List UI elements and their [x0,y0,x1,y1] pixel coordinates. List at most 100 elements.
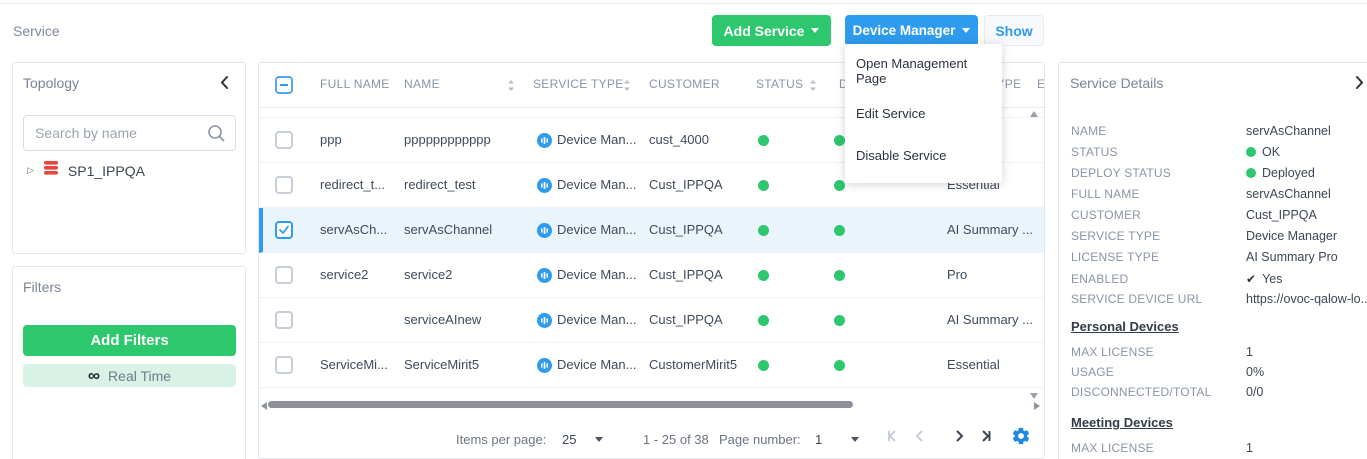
add-service-button[interactable]: Add Service [712,15,831,46]
detail-label: LICENSE TYPE [1071,248,1159,266]
header-service-type[interactable]: SERVICE TYPE [533,77,624,91]
cell-service-type: Device Man... [557,222,645,237]
row-checkbox[interactable] [275,266,293,284]
table-row[interactable]: serviceAInew Device Man... Cust_IPPQA AI… [259,298,1044,343]
table-settings-gear-icon[interactable] [1011,426,1031,449]
device-manager-button[interactable]: Device Manager [845,15,978,46]
cell-full-name: ServiceMi... [320,357,398,372]
header-customer[interactable]: CUSTOMER [649,77,720,91]
row-checkbox[interactable] [275,356,293,374]
detail-label: ENABLED [1071,270,1128,288]
show-button[interactable]: Show [984,15,1044,46]
scroll-up-arrow[interactable] [1030,111,1038,117]
detail-row-pd-max-license: MAX LICENSE 1 [1071,343,1367,361]
next-page-icon[interactable] [951,428,967,447]
detail-row-full-name: FULL NAME servAsChannel [1071,185,1367,203]
detail-value: 1 [1246,343,1253,361]
chevron-down-icon[interactable] [851,437,859,442]
page-title: Service [13,23,60,39]
page-number-label: Page number: [719,432,801,447]
detail-row-md-max-license: MAX LICENSE 1 [1071,439,1367,457]
items-per-page-select[interactable]: 25 [562,432,576,447]
status-ok-dot [758,180,769,191]
cell-customer: CustomerMirit5 [649,357,759,372]
chevron-down-icon[interactable] [595,437,603,442]
row-checkbox[interactable] [275,311,293,329]
detail-label: STATUS [1071,143,1118,161]
detail-value: https://ovoc-qalow-lo... [1246,290,1367,308]
cell-license-type: Pro [947,267,1042,282]
table-row[interactable]: ServiceMi... ServiceMirit5 Device Man...… [259,343,1044,388]
detail-row-license-type: LICENSE TYPE AI Summary Pro [1071,248,1367,266]
scroll-right-arrow[interactable] [1034,402,1040,410]
last-page-icon[interactable] [977,428,993,447]
detail-value: Yes [1262,270,1282,288]
cell-service-type: Device Man... [557,312,645,327]
detail-value: AI Summary Pro [1246,248,1338,266]
row-checkbox[interactable] [275,176,293,194]
cell-name: service2 [404,267,504,282]
page-range-label: 1 - 25 of 38 [643,432,709,447]
cell-name: serviceAInew [404,312,504,327]
header-name[interactable]: NAME [404,77,440,91]
scroll-left-arrow[interactable] [261,402,267,410]
detail-value: 0% [1246,363,1264,381]
row-checkbox[interactable] [275,131,293,149]
sort-icon[interactable] [809,79,817,97]
first-page-icon[interactable] [885,428,901,447]
chevron-down-icon [962,28,970,33]
detail-label: USAGE [1071,363,1114,381]
row-checkbox-checked[interactable] [275,221,293,239]
detail-value: 1 [1246,439,1253,457]
deploy-ok-dot [834,135,845,146]
menu-item-edit-service[interactable]: Edit Service [845,97,1002,130]
detail-value: OK [1262,143,1280,161]
search-input[interactable] [35,116,205,150]
device-manager-service-icon [537,178,552,198]
detail-value: servAsChannel [1246,122,1331,140]
device-manager-service-icon [537,313,552,333]
service-details-title: Service Details [1070,75,1163,91]
items-per-page-label: Items per page: [456,432,546,447]
deploy-ok-dot [834,270,845,281]
status-ok-dot [758,315,769,326]
table-row-selected[interactable]: servAsCh... servAsChannel Device Man... … [259,208,1044,253]
menu-item-open-management-page[interactable]: Open Management Page [845,55,1002,88]
sort-icon[interactable] [623,79,631,97]
cell-license-type: AI Summary ... [947,312,1042,327]
detail-label: MAX LICENSE [1071,343,1154,361]
real-time-toggle[interactable]: ∞ Real Time [23,364,236,387]
previous-page-icon[interactable] [912,428,928,447]
detail-row-service-device-url: SERVICE DEVICE URL https://ovoc-qalow-lo… [1071,290,1367,308]
deploy-ok-dot [1246,168,1256,178]
page-number-select[interactable]: 1 [815,432,822,447]
select-all-checkbox[interactable] [275,76,293,94]
cell-customer: Cust_IPPQA [649,222,759,237]
cell-license-type: Essential [947,357,1042,372]
detail-value: Cust_IPPQA [1246,206,1317,224]
top-divider [0,3,1367,4]
cell-full-name: service2 [320,267,398,282]
scrollbar-thumb[interactable] [268,401,853,408]
tree-node-sp1-ippqa[interactable]: ▷ SP1_IPPQA [27,161,145,180]
detail-row-enabled: ENABLED ✔Yes [1071,270,1367,288]
add-filters-button[interactable]: Add Filters [23,325,236,356]
device-manager-label: Device Manager [853,23,956,38]
tree-expander-icon[interactable]: ▷ [27,165,34,176]
horizontal-scrollbar[interactable] [259,399,1044,411]
header-enabled[interactable]: ENABLED [1037,77,1045,91]
header-full-name[interactable]: FULL NAME [320,77,390,91]
menu-item-disable-service[interactable]: Disable Service [845,139,1002,172]
table-row[interactable]: service2 service2 Device Man... Cust_IPP… [259,253,1044,298]
collapse-left-icon[interactable] [219,75,233,91]
detail-row-customer: CUSTOMER Cust_IPPQA [1071,206,1367,224]
database-icon [43,161,59,180]
collapse-right-icon[interactable] [1355,75,1367,91]
sort-icon[interactable] [507,79,515,97]
cell-service-type: Device Man... [557,177,645,192]
detail-value: Device Manager [1246,227,1337,245]
header-status[interactable]: STATUS [756,77,803,91]
detail-label: DISCONNECTED/TOTAL [1071,383,1212,401]
service-page: Service Add Service Device Manager Show … [0,0,1367,459]
cell-service-type: Device Man... [557,267,645,282]
